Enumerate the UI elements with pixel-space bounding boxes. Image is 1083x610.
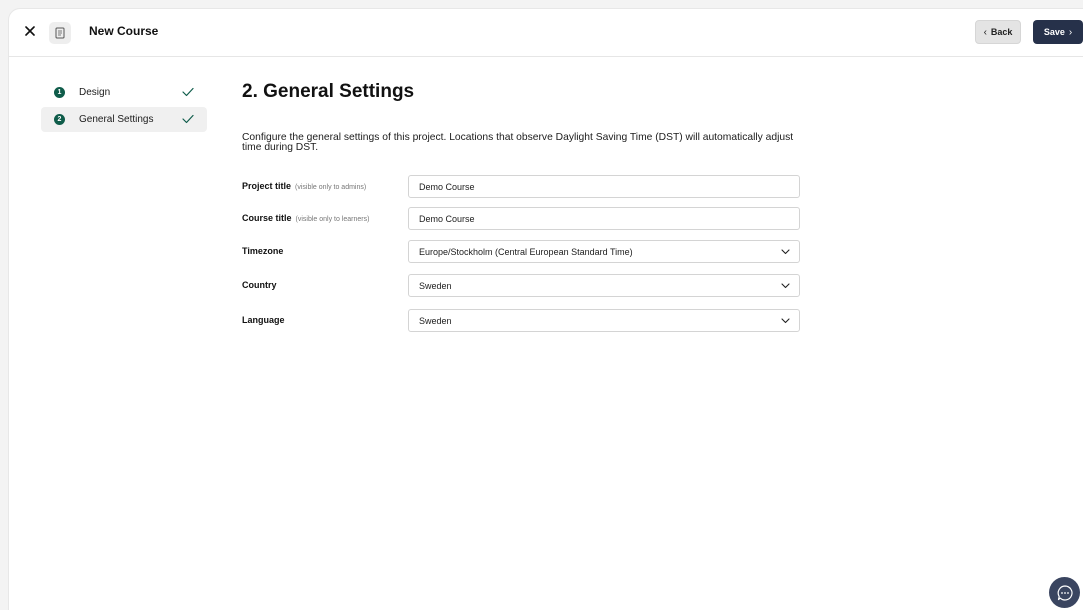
- country-value: Sweden: [419, 280, 452, 291]
- language-select[interactable]: Sweden: [408, 309, 800, 332]
- language-label: Language: [242, 315, 285, 325]
- check-icon: [182, 87, 194, 97]
- country-row: Country Sweden: [242, 274, 802, 298]
- chevron-left-icon: ‹: [983, 26, 987, 38]
- section-description: Configure the general settings of this p…: [242, 132, 794, 153]
- step-label: Design: [79, 87, 111, 98]
- close-icon: [25, 26, 35, 36]
- save-button[interactable]: Save ›: [1033, 20, 1083, 44]
- project-title-label: Project title (visible only to admins): [242, 181, 366, 191]
- chevron-down-icon: [781, 318, 790, 324]
- project-title-row: Project title (visible only to admins) De…: [242, 175, 802, 199]
- chat-bubble-icon: [1057, 584, 1073, 601]
- country-select[interactable]: Sweden: [408, 274, 800, 297]
- page-title: New Course: [89, 24, 159, 38]
- document-icon: [55, 27, 65, 39]
- timezone-label: Timezone: [242, 246, 284, 256]
- step-design[interactable]: 1 Design: [41, 80, 207, 105]
- top-bar: New Course ‹ Back Save ›: [9, 9, 1083, 57]
- course-title-label: Course title (visible only to learners): [242, 213, 369, 223]
- back-button[interactable]: ‹ Back: [975, 20, 1021, 44]
- course-title-input[interactable]: Demo Course: [408, 207, 800, 230]
- app-window: New Course ‹ Back Save › 1 Design 2 Gene…: [8, 8, 1083, 610]
- field-hint: (visible only to learners): [295, 216, 370, 223]
- language-row: Language Sweden: [242, 309, 802, 333]
- chevron-down-icon: [781, 283, 790, 289]
- section-heading: 2. General Settings: [242, 81, 415, 102]
- timezone-select[interactable]: Europe/Stockholm (Central European Stand…: [408, 240, 800, 263]
- close-button[interactable]: [22, 23, 38, 39]
- field-label-text: Project title: [242, 181, 292, 191]
- timezone-row: Timezone Europe/Stockholm (Central Europ…: [242, 240, 802, 264]
- timezone-value: Europe/Stockholm (Central European Stand…: [419, 246, 633, 257]
- stepper: 1 Design 2 General Settings: [41, 80, 207, 134]
- chevron-right-icon: ›: [1068, 26, 1073, 38]
- course-title-row: Course title (visible only to learners) D…: [242, 207, 802, 231]
- back-button-label: Back: [990, 27, 1013, 37]
- country-label: Country: [242, 280, 277, 290]
- field-label-text: Course title: [242, 213, 292, 223]
- chat-support-button[interactable]: [1049, 577, 1080, 608]
- language-value: Sweden: [419, 315, 452, 326]
- chevron-down-icon: [781, 249, 790, 255]
- course-icon-button[interactable]: [49, 22, 71, 44]
- step-number: 2: [54, 114, 65, 125]
- check-icon: [182, 114, 194, 124]
- step-general-settings[interactable]: 2 General Settings: [41, 107, 207, 132]
- step-label: General Settings: [79, 114, 154, 125]
- project-title-input[interactable]: Demo Course: [408, 175, 800, 198]
- step-number: 1: [54, 87, 65, 98]
- save-button-label: Save: [1043, 27, 1065, 37]
- field-hint: (visible only to admins): [295, 184, 367, 191]
